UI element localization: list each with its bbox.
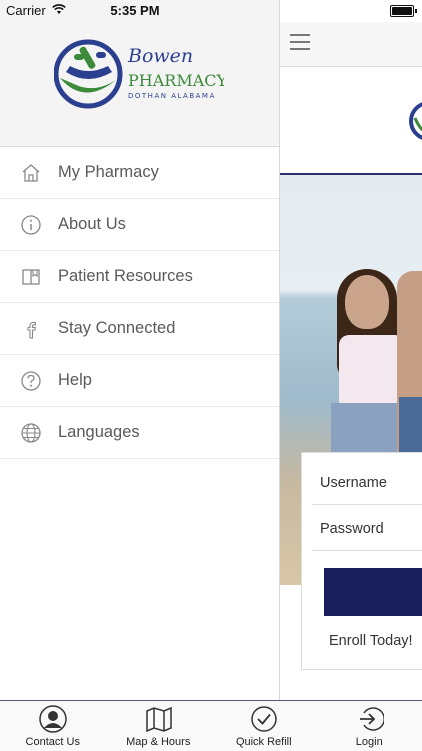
tab-quick-refill[interactable]: Quick Refill [211,701,317,751]
main-screen: Username Password Enroll Today! [279,0,422,700]
clock: 5:35 PM [0,3,270,18]
tab-label: Quick Refill [211,736,317,748]
menu-item-label: Languages [58,423,140,442]
username-field[interactable]: Username [312,461,422,505]
battery-icon [390,5,414,17]
help-icon [20,370,42,392]
logo-line2: PHARMACY [128,71,224,90]
checkmark-icon [250,705,278,733]
menu-item-about-us[interactable]: About Us [0,199,279,251]
password-field[interactable]: Password [312,507,422,551]
header-banner [279,67,422,175]
menu-item-label: Stay Connected [58,319,175,338]
login-button[interactable] [324,568,422,616]
menu-item-label: Help [58,371,92,390]
nav-bar [279,22,422,67]
menu-item-patient-resources[interactable]: Patient Resources [0,251,279,303]
book-icon [20,266,42,288]
logo-line3: DOTHAN ALABAMA [128,92,216,100]
menu-item-label: Patient Resources [58,267,193,286]
menu-item-label: My Pharmacy [58,163,159,182]
tab-login[interactable]: Login [317,701,422,751]
drawer-header: Bowen PHARMACY DOTHAN ALABAMA [0,0,279,147]
map-icon [145,705,173,733]
menu-item-stay-connected[interactable]: Stay Connected [0,303,279,355]
bowen-pharmacy-logo: Bowen PHARMACY DOTHAN ALABAMA [54,36,224,112]
hamburger-menu-icon[interactable] [290,34,310,50]
logo-line1: Bowen [127,45,193,67]
login-icon [356,705,384,733]
drawer-menu: My Pharmacy About Us Patient Resources S… [0,147,279,459]
login-card: Username Password Enroll Today! [301,452,422,670]
person-icon [39,705,67,733]
tab-map-hours[interactable]: Map & Hours [106,701,212,751]
side-drawer: Bowen PHARMACY DOTHAN ALABAMA My Pharmac… [0,0,280,700]
menu-item-languages[interactable]: Languages [0,407,279,459]
facebook-icon [20,318,42,340]
home-icon [20,162,42,184]
menu-item-my-pharmacy[interactable]: My Pharmacy [0,147,279,199]
menu-item-label: About Us [58,215,126,234]
pharmacy-logo-partial [409,96,422,146]
tab-contact-us[interactable]: Contact Us [0,701,106,751]
tab-label: Contact Us [0,736,106,748]
tab-label: Login [317,736,422,748]
status-bar: Carrier 5:35 PM [0,0,422,22]
menu-item-help[interactable]: Help [0,355,279,407]
tab-bar: Contact Us Map & Hours Quick Refill Logi… [0,700,422,751]
globe-icon [20,422,42,444]
info-icon [20,214,42,236]
tab-label: Map & Hours [106,736,212,748]
enroll-link[interactable]: Enroll Today! [329,633,413,649]
